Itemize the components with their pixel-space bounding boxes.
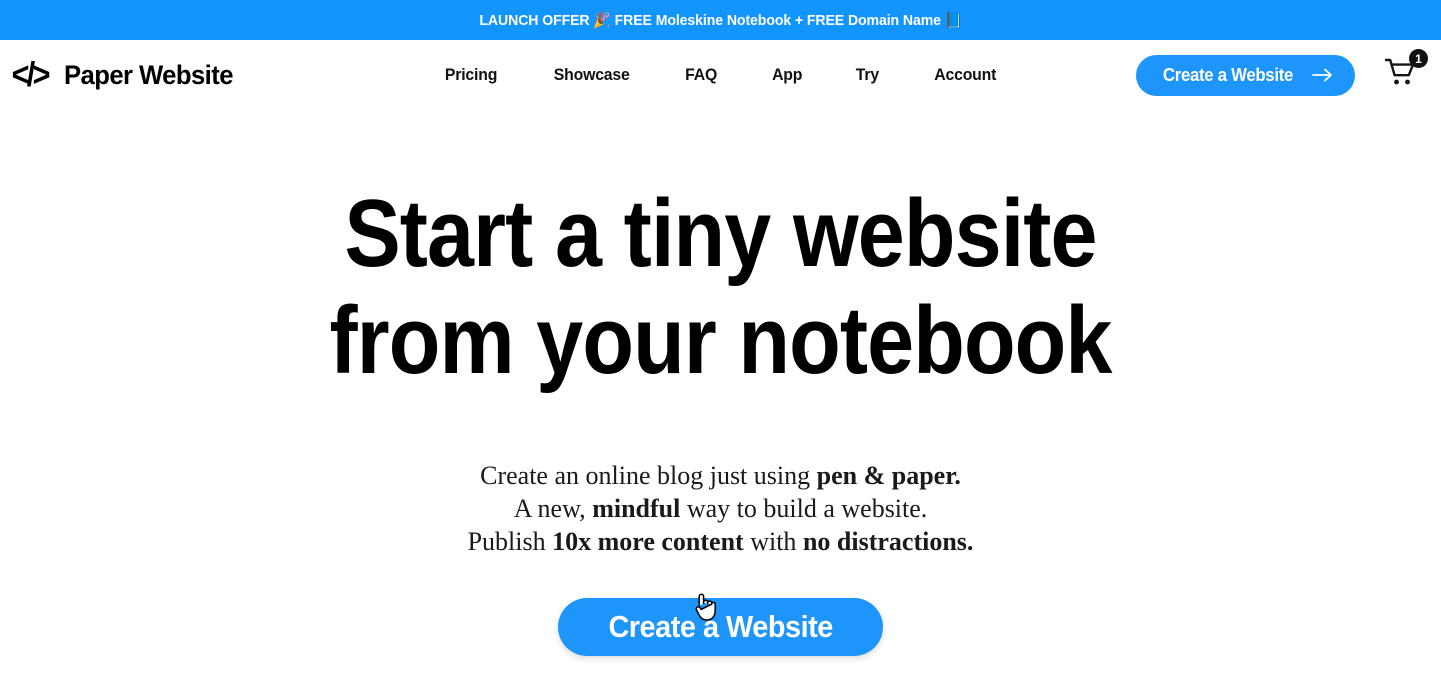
nav-item-try[interactable]: Try	[856, 65, 879, 85]
hero-create-website-button[interactable]: Create a Website	[557, 598, 884, 656]
cart-badge-count: 1	[1409, 49, 1428, 68]
main-navigation: Pricing Showcase FAQ App Try Account	[442, 65, 998, 85]
notebook-icon: 📘	[944, 11, 962, 29]
hero-subtitle-line-2: A new, mindful way to build a website.	[0, 492, 1441, 525]
subtitle-1-plain: Create an online blog just using	[480, 461, 817, 490]
site-header: </> Paper Website Pricing Showcase FAQ A…	[0, 40, 1441, 110]
page-title: Start a tiny website from your notebook	[86, 180, 1354, 394]
hero-subtitle-line-1: Create an online blog just using pen & p…	[0, 459, 1441, 492]
party-popper-icon: 🎉	[593, 11, 611, 29]
subtitle-2-bold: mindful	[592, 494, 681, 523]
nav-item-account[interactable]: Account	[934, 65, 996, 85]
brand-name: Paper Website	[64, 59, 234, 90]
hero-subtitle-line-3: Publish 10x more content with no distrac…	[0, 525, 1441, 558]
announcement-prefix: LAUNCH OFFER	[479, 12, 590, 29]
brand-logo[interactable]: </> Paper Website	[8, 55, 242, 95]
subtitle-3-bold-a: 10x more content	[552, 527, 744, 556]
nav-item-app[interactable]: App	[772, 65, 802, 85]
announcement-text: LAUNCH OFFER 🎉 FREE Moleskine Notebook +…	[479, 11, 962, 29]
header-cta-label: Create a Website	[1162, 64, 1294, 85]
hero-section: Start a tiny website from your notebook …	[0, 110, 1441, 682]
subtitle-3-plain-a: Publish	[467, 527, 553, 556]
subtitle-3-plain-b: with	[743, 527, 803, 556]
subtitle-1-bold: pen & paper.	[816, 461, 961, 490]
nav-item-pricing[interactable]: Pricing	[444, 65, 496, 85]
hero-title-line-2: from your notebook	[329, 287, 1112, 394]
nav-item-showcase[interactable]: Showcase	[554, 65, 630, 85]
hero-cta-label: Create a Website	[608, 609, 833, 644]
header-create-website-button[interactable]: Create a Website	[1136, 54, 1355, 96]
announcement-offer-text: FREE Moleskine Notebook + FREE Domain Na…	[614, 12, 941, 29]
nav-item-faq[interactable]: FAQ	[685, 65, 717, 85]
announcement-banner[interactable]: LAUNCH OFFER 🎉 FREE Moleskine Notebook +…	[0, 0, 1441, 40]
code-brackets-icon: </>	[11, 55, 51, 95]
hero-title-line-1: Start a tiny website	[344, 180, 1097, 287]
subtitle-3-bold-b: no distractions.	[802, 527, 974, 556]
subtitle-2-plain-b: way to build a website.	[680, 494, 928, 523]
hero-subtitle: Create an online blog just using pen & p…	[0, 459, 1441, 558]
arrow-right-icon	[1312, 68, 1333, 82]
header-actions: Create a Website 1	[1136, 49, 1428, 96]
subtitle-2-plain-a: A new,	[513, 494, 593, 523]
cart-button[interactable]: 1	[1384, 49, 1428, 92]
hero-cta-container: Create a Website	[0, 598, 1441, 656]
